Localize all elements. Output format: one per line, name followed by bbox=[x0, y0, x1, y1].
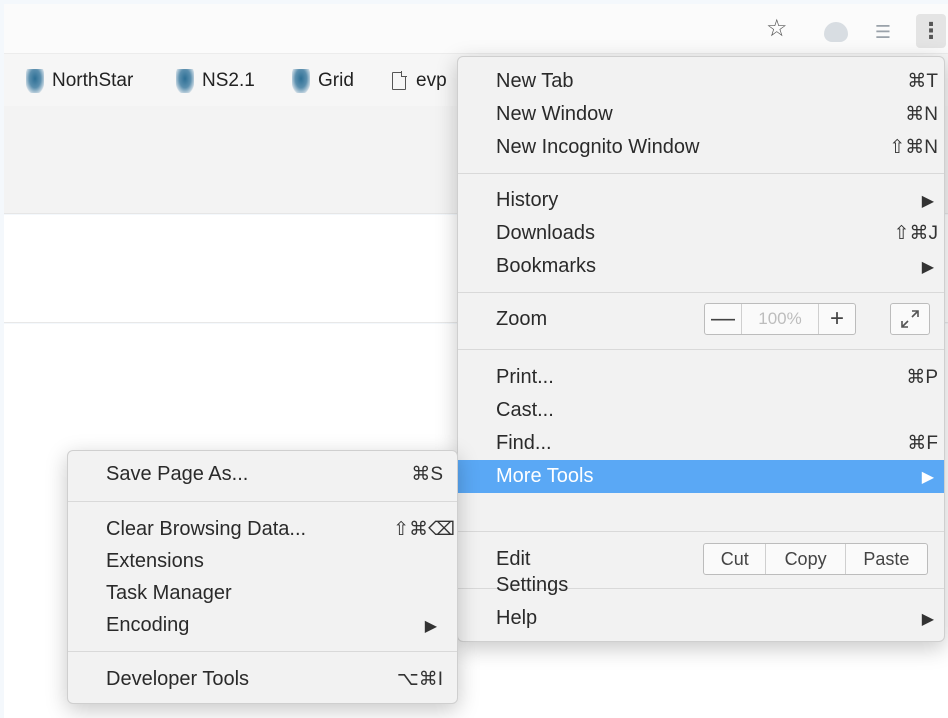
menu-separator bbox=[458, 349, 944, 350]
menu-shortcut: ⌘S bbox=[411, 464, 443, 485]
vertical-ellipsis-icon[interactable]: ⋮ bbox=[916, 14, 946, 48]
menu-item-downloads[interactable]: Downloads ⇧⌘J bbox=[458, 217, 944, 250]
chrome-main-menu: New Tab ⌘T New Window ⌘N New Incognito W… bbox=[457, 56, 945, 642]
bookmark-label: NorthStar bbox=[52, 70, 134, 91]
menu-item-label: Help bbox=[496, 607, 538, 629]
bookmark-label: NS2.1 bbox=[202, 70, 255, 91]
zoom-out-button[interactable]: — bbox=[705, 304, 741, 334]
list-extension-icon[interactable]: ☰ bbox=[872, 20, 894, 44]
bookmark-northstar[interactable]: NorthStar bbox=[26, 68, 133, 94]
menu-shortcut: ⌘P bbox=[906, 367, 938, 388]
fullscreen-icon bbox=[901, 310, 919, 328]
menu-shortcut: ⇧⌘J bbox=[893, 223, 938, 244]
zoom-value: 100% bbox=[741, 304, 819, 334]
bookmark-ns21[interactable]: NS2.1 bbox=[176, 68, 255, 94]
menu-item-label: Settings bbox=[496, 574, 569, 596]
menu-item-label: New Incognito Window bbox=[496, 136, 700, 158]
more-tools-submenu: Save Page As... ⌘S Clear Browsing Data..… bbox=[67, 450, 458, 704]
menu-separator bbox=[458, 292, 944, 293]
bookmark-label: evp bbox=[416, 70, 447, 91]
menu-item-label: Encoding bbox=[106, 614, 190, 636]
submenu-arrow-icon: ▶ bbox=[921, 258, 934, 276]
menu-item-label: New Tab bbox=[496, 70, 574, 92]
favicon-icon bbox=[292, 69, 310, 93]
menu-shortcut: ⌘T bbox=[907, 71, 938, 92]
submenu-arrow-icon: ▶ bbox=[921, 468, 934, 486]
zoom-control: — 100% + bbox=[704, 303, 856, 335]
menu-shortcut: ⇧⌘N bbox=[889, 137, 938, 158]
menu-item-print[interactable]: Print... ⌘P bbox=[458, 361, 944, 394]
menu-separator bbox=[68, 501, 457, 502]
bookmark-evp[interactable]: evp bbox=[392, 68, 447, 94]
submenu-arrow-icon: ▶ bbox=[424, 617, 437, 635]
menu-item-extensions[interactable]: Extensions bbox=[68, 545, 457, 578]
menu-item-label: Bookmarks bbox=[496, 255, 597, 277]
menu-item-cast[interactable]: Cast... bbox=[458, 394, 944, 427]
menu-item-history[interactable]: History ▶ bbox=[458, 184, 944, 217]
menu-item-new-tab[interactable]: New Tab ⌘T bbox=[458, 65, 944, 98]
menu-item-new-incognito[interactable]: New Incognito Window ⇧⌘N bbox=[458, 131, 944, 164]
menu-shortcut: ⌘N bbox=[905, 104, 938, 125]
bookmark-label: Grid bbox=[318, 70, 354, 91]
submenu-arrow-icon: ▶ bbox=[921, 192, 934, 210]
menu-item-label: Save Page As... bbox=[106, 463, 249, 485]
browser-toolbar: ☆ ☰ ⋮ bbox=[4, 4, 948, 54]
menu-shortcut: ⌘F bbox=[907, 433, 938, 454]
bookmark-grid[interactable]: Grid bbox=[292, 68, 354, 94]
extension-icon[interactable] bbox=[824, 22, 848, 42]
menu-item-more-tools[interactable]: More Tools ▶ bbox=[458, 460, 944, 493]
menu-item-label: New Window bbox=[496, 103, 613, 125]
menu-item-label: Cast... bbox=[496, 399, 554, 421]
menu-item-task-manager[interactable]: Task Manager bbox=[68, 577, 457, 610]
menu-shortcut: ⌥⌘I bbox=[396, 669, 443, 690]
menu-item-label: Find... bbox=[496, 432, 552, 454]
menu-item-zoom: Zoom bbox=[458, 303, 658, 336]
menu-item-label: Task Manager bbox=[106, 582, 232, 604]
menu-item-encoding[interactable]: Encoding ▶ bbox=[68, 609, 457, 642]
bookmark-star-icon[interactable]: ☆ bbox=[766, 17, 788, 41]
menu-item-label: History bbox=[496, 189, 559, 211]
submenu-arrow-icon: ▶ bbox=[921, 610, 934, 628]
menu-separator bbox=[458, 173, 944, 174]
menu-separator bbox=[458, 531, 944, 532]
menu-item-label: More Tools bbox=[496, 465, 594, 487]
menu-item-settings[interactable]: Settings bbox=[458, 569, 944, 602]
fullscreen-button[interactable] bbox=[890, 303, 930, 335]
menu-item-label: Downloads bbox=[496, 222, 595, 244]
favicon-icon bbox=[176, 69, 194, 93]
menu-item-save-page[interactable]: Save Page As... ⌘S bbox=[68, 458, 457, 491]
menu-item-clear-browsing-data[interactable]: Clear Browsing Data... ⇧⌘⌫ bbox=[68, 513, 457, 546]
menu-item-label: Zoom bbox=[496, 308, 548, 330]
menu-item-new-window[interactable]: New Window ⌘N bbox=[458, 98, 944, 131]
menu-item-developer-tools[interactable]: Developer Tools ⌥⌘I bbox=[68, 663, 457, 696]
menu-item-bookmarks[interactable]: Bookmarks ▶ bbox=[458, 250, 944, 283]
zoom-in-button[interactable]: + bbox=[819, 304, 855, 334]
menu-shortcut: ⇧⌘⌫ bbox=[393, 519, 455, 540]
menu-item-label: Print... bbox=[496, 366, 554, 388]
menu-item-label: Extensions bbox=[106, 550, 204, 572]
menu-item-find[interactable]: Find... ⌘F bbox=[458, 427, 944, 460]
menu-item-help[interactable]: Help ▶ bbox=[458, 602, 944, 635]
favicon-icon bbox=[26, 69, 44, 93]
menu-separator bbox=[68, 651, 457, 652]
page-icon bbox=[392, 71, 407, 90]
